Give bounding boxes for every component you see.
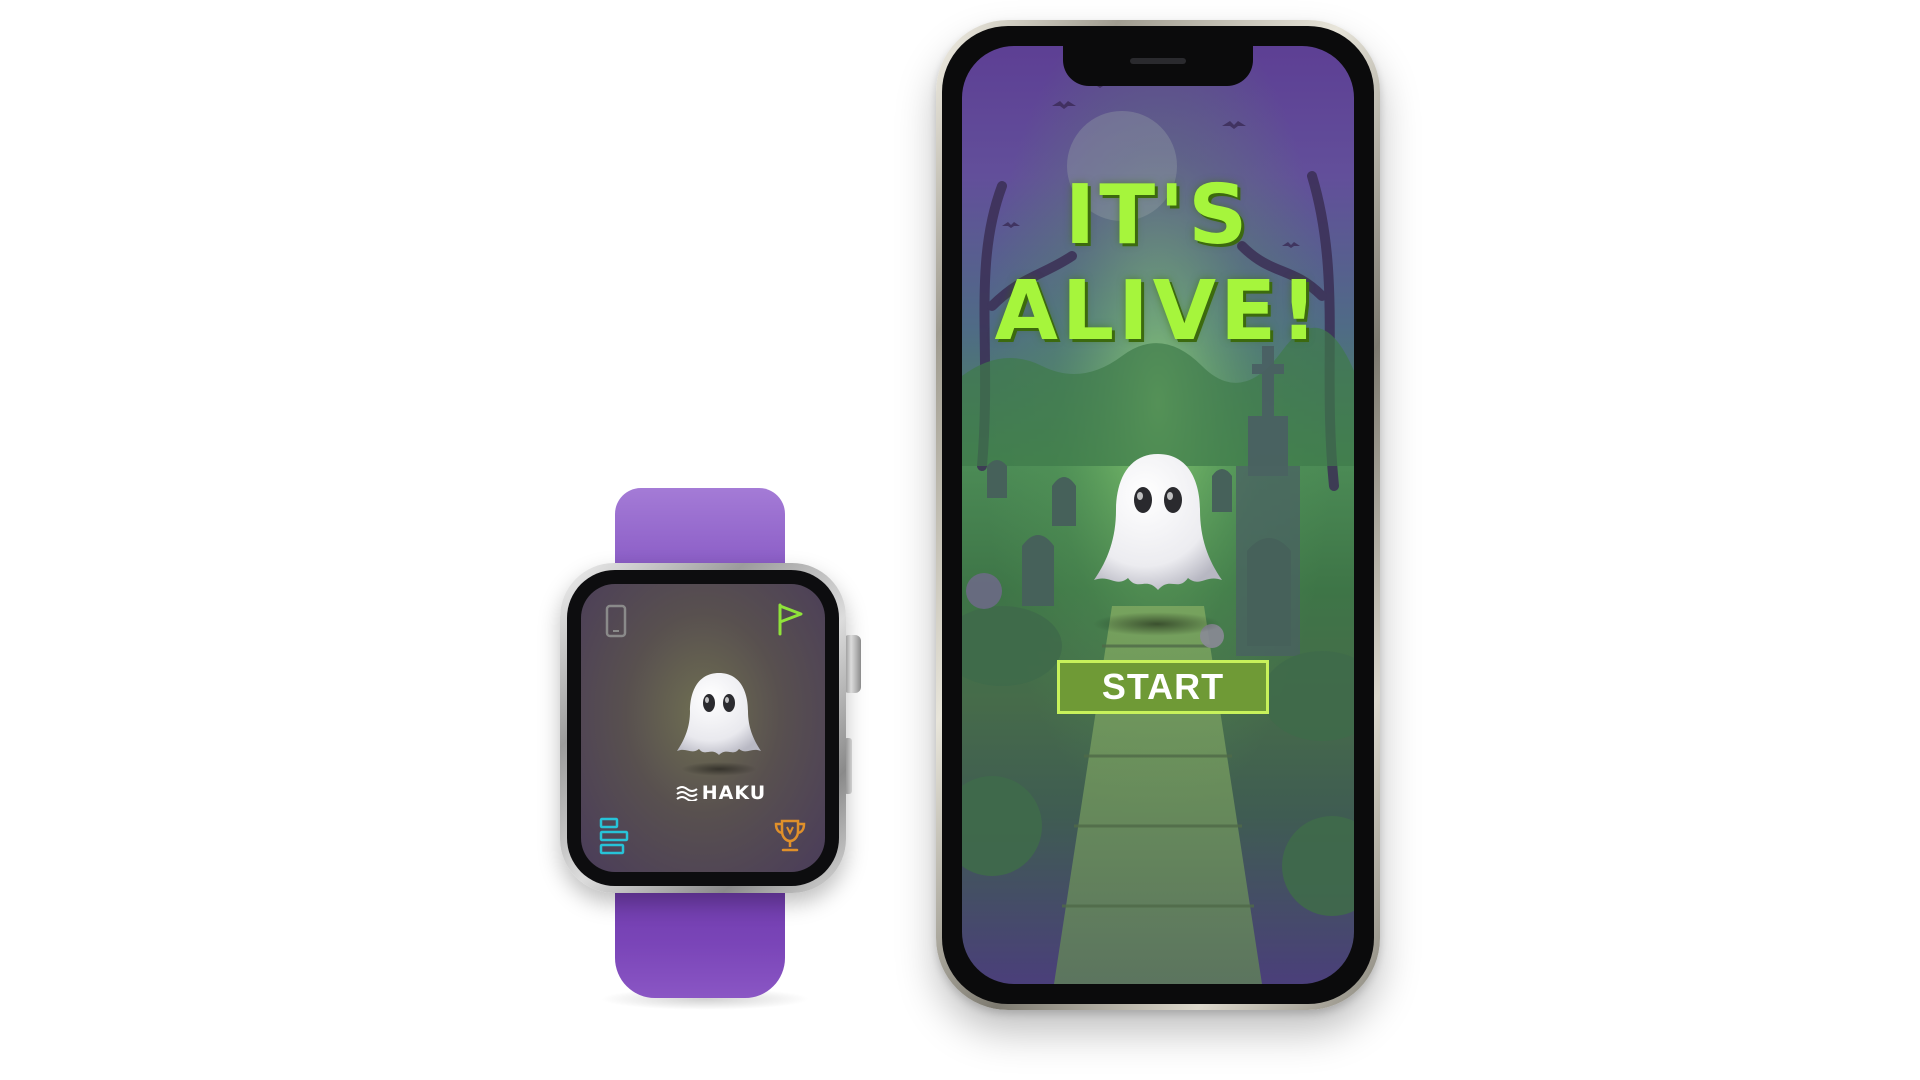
watch-bezel: HAKU xyxy=(567,570,839,886)
phone-bezel: IT'S ALIVE! START xyxy=(942,26,1374,1004)
ghost-icon xyxy=(1094,454,1222,590)
watch-case: HAKU xyxy=(560,563,846,893)
ghost-icon[interactable] xyxy=(673,669,765,761)
list-icon[interactable] xyxy=(599,816,631,856)
phone-icon[interactable] xyxy=(605,604,627,638)
smartphone: IT'S ALIVE! START xyxy=(936,20,1380,1010)
wave-icon xyxy=(676,786,698,801)
phone-notch xyxy=(1063,46,1253,86)
start-button[interactable]: START xyxy=(1057,660,1269,714)
trophy-icon[interactable] xyxy=(773,818,807,854)
watch-band-bottom xyxy=(615,878,785,998)
watch-screen: HAKU xyxy=(581,584,825,872)
haku-logo: HAKU xyxy=(651,780,791,806)
flag-icon[interactable] xyxy=(775,602,805,636)
title-line-2: ALIVE! xyxy=(994,264,1322,359)
phone-speaker xyxy=(1130,58,1186,64)
ghost-shadow xyxy=(681,762,757,776)
phone-screen: IT'S ALIVE! START xyxy=(962,46,1354,984)
title-line-1: IT'S xyxy=(1064,168,1252,263)
ghost-shadow xyxy=(1092,612,1222,636)
haku-logo-text: HAKU xyxy=(701,782,767,804)
smartwatch: HAKU xyxy=(560,488,870,1010)
